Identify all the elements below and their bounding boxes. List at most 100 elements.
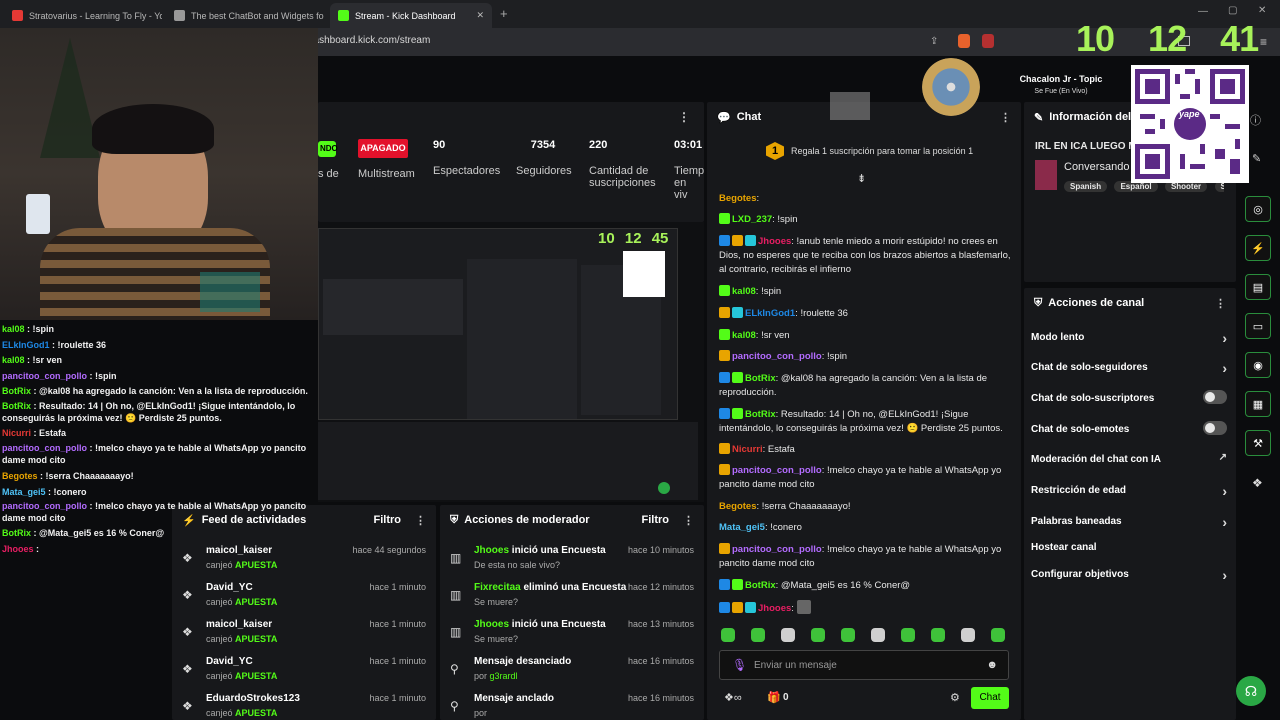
settings-gear-icon[interactable]: ⚙ bbox=[950, 691, 960, 704]
integrations-icon[interactable]: ❖ bbox=[1252, 476, 1263, 490]
redemption-icon: ❖ bbox=[182, 625, 193, 639]
chat-username[interactable]: Jhooes bbox=[758, 236, 791, 247]
more-icon[interactable]: ⋮ bbox=[1215, 297, 1226, 310]
chat-username[interactable]: BotRix bbox=[745, 580, 776, 591]
chat-icon[interactable]: ▭ bbox=[1245, 313, 1271, 339]
toggle-switch[interactable] bbox=[1203, 421, 1227, 435]
mod-user[interactable]: g3rardl bbox=[490, 671, 518, 681]
more-icon[interactable]: ⋮ bbox=[1000, 111, 1011, 124]
quick-emote-icon[interactable] bbox=[931, 628, 945, 642]
chat-username[interactable]: Begotes bbox=[719, 193, 756, 204]
overlay-chat-text: !conero bbox=[53, 487, 87, 497]
browser-tab-youtube[interactable]: Stratovarius - Learning To Fly - YouTu bbox=[4, 3, 162, 28]
chat-username[interactable]: kal08 bbox=[732, 330, 756, 341]
more-icon[interactable]: ⋮ bbox=[683, 514, 694, 527]
channel-action-item[interactable]: Configurar objetivos › bbox=[1031, 567, 1227, 583]
clipboard-icon[interactable]: ▤ bbox=[1245, 274, 1271, 300]
menu-icon[interactable]: ≡ bbox=[1260, 35, 1267, 49]
quick-emote-icon[interactable] bbox=[991, 628, 1005, 642]
chevron-right-icon: › bbox=[1222, 567, 1227, 583]
broadcast-icon[interactable]: ◉ bbox=[1245, 352, 1271, 378]
camera-icon[interactable]: ◎ bbox=[1245, 196, 1271, 222]
channel-action-item[interactable]: Chat de solo-suscriptores bbox=[1031, 390, 1227, 404]
close-window-icon[interactable]: ✕ bbox=[1258, 5, 1266, 16]
quick-emote-icon[interactable] bbox=[901, 628, 915, 642]
browser-tab-botrix[interactable]: The best ChatBot and Widgets for Kick bbox=[166, 3, 324, 28]
support-chat-icon[interactable]: ☊ bbox=[1236, 676, 1266, 706]
gift-icon[interactable]: 🎁 bbox=[767, 691, 781, 704]
channel-action-item[interactable]: Moderación del chat con IA ↗ bbox=[1031, 452, 1227, 465]
chat-username[interactable]: LXD_237 bbox=[732, 214, 772, 225]
microphone-icon[interactable]: 🎙 bbox=[732, 658, 747, 672]
layout-icon[interactable]: ▦ bbox=[1245, 391, 1271, 417]
mod-user[interactable]: Fixrecitaa bbox=[474, 582, 521, 593]
emoji-icon[interactable]: ☻ bbox=[986, 659, 998, 671]
activity-time: hace 44 segundos bbox=[352, 545, 426, 555]
chat-username[interactable]: Begotes bbox=[719, 501, 756, 512]
chat-username[interactable]: BotRix bbox=[745, 409, 776, 420]
quick-emote-icon[interactable] bbox=[721, 628, 735, 642]
quick-emote-icon[interactable] bbox=[841, 628, 855, 642]
channel-action-item[interactable]: Hostear canal bbox=[1031, 542, 1227, 553]
chat-username[interactable]: pancitoo_con_pollo bbox=[732, 465, 822, 476]
activity-reward: APUESTA bbox=[235, 671, 278, 681]
channel-action-item[interactable]: Chat de solo-seguidores › bbox=[1031, 360, 1227, 376]
collapse-icon[interactable]: ⇟ bbox=[857, 172, 866, 185]
channel-action-item[interactable]: Restricción de edad › bbox=[1031, 483, 1227, 499]
quick-emote-icon[interactable] bbox=[871, 628, 885, 642]
chat-username[interactable]: BotRix bbox=[745, 373, 776, 384]
chat-input[interactable]: 🎙 Enviar un mensaje ☻ bbox=[719, 650, 1009, 680]
chat-username[interactable]: Jhooes bbox=[758, 603, 791, 614]
overlay-chat-username: Nicurri bbox=[2, 428, 32, 438]
info-icon[interactable]: ⓘ bbox=[1250, 112, 1261, 128]
mod-user[interactable]: Jhooes bbox=[474, 619, 509, 630]
minimize-icon[interactable]: — bbox=[1198, 6, 1208, 17]
category-name[interactable]: Conversando bbox=[1064, 161, 1129, 173]
pinned-gift-text[interactable]: Regala 1 suscripción para tomar la posic… bbox=[791, 146, 973, 156]
preview-lower-panels bbox=[318, 422, 698, 500]
lightning-icon[interactable]: ⚡ bbox=[1245, 235, 1271, 261]
channel-action-item[interactable]: Chat de solo-emotes bbox=[1031, 421, 1227, 435]
brave-shield-icon[interactable] bbox=[958, 34, 970, 48]
quick-emote-icon[interactable] bbox=[781, 628, 795, 642]
activity-user[interactable]: EduardoStrokes123 bbox=[206, 693, 300, 704]
clock-seconds: 41 bbox=[1220, 18, 1259, 59]
chat-username[interactable]: kal08 bbox=[732, 286, 756, 297]
more-icon[interactable]: ⋮ bbox=[415, 514, 426, 527]
wrench-icon[interactable]: ⚒ bbox=[1245, 430, 1271, 456]
send-chat-button[interactable]: Chat bbox=[971, 687, 1009, 709]
quick-emote-icon[interactable] bbox=[961, 628, 975, 642]
chat-username[interactable]: pancitoo_con_pollo bbox=[732, 544, 822, 555]
share-icon[interactable]: ⇪ bbox=[930, 36, 938, 47]
channel-action-item[interactable]: Modo lento › bbox=[1031, 330, 1227, 346]
channel-action-item[interactable]: Palabras baneadas › bbox=[1031, 514, 1227, 530]
chat-username[interactable]: pancitoo_con_pollo bbox=[732, 351, 822, 362]
subs-stat: 220 Cantidad de suscripciones bbox=[589, 139, 659, 189]
stream-preview[interactable]: 10 12 45 bbox=[318, 222, 704, 502]
url-text[interactable]: dashboard.kick.com/stream bbox=[308, 35, 430, 46]
chat-username[interactable]: ELkInGod1 bbox=[745, 308, 795, 319]
overlay-chat-username: Jhooes bbox=[2, 544, 34, 554]
mod-filter-button[interactable]: Filtro bbox=[642, 514, 670, 526]
more-icon[interactable]: ⋮ bbox=[678, 110, 690, 124]
toggle-switch[interactable] bbox=[1203, 390, 1227, 404]
activity-filter-button[interactable]: Filtro bbox=[374, 514, 402, 526]
activity-user[interactable]: David_YC bbox=[206, 656, 253, 667]
user-badge-icon bbox=[732, 579, 743, 590]
channel-action-label: Restricción de edad bbox=[1031, 485, 1127, 496]
rewards-icon[interactable] bbox=[982, 34, 994, 48]
points-icon[interactable]: ❖∞ bbox=[724, 691, 742, 704]
close-tab-icon[interactable]: ✕ bbox=[468, 10, 484, 21]
browser-tab-kick[interactable]: Stream - Kick Dashboard ✕ bbox=[330, 3, 492, 28]
tag[interactable]: Spanish bbox=[1064, 181, 1108, 192]
chat-username[interactable]: Mata_gei5 bbox=[719, 522, 765, 533]
maximize-icon[interactable]: ▢ bbox=[1228, 5, 1237, 16]
chat-username[interactable]: Nicurri bbox=[732, 444, 763, 455]
activity-user[interactable]: maicol_kaiser bbox=[206, 619, 272, 630]
mod-user[interactable]: Jhooes bbox=[474, 545, 509, 556]
edit-icon[interactable]: ✎ bbox=[1252, 152, 1261, 165]
activity-user[interactable]: David_YC bbox=[206, 582, 253, 593]
quick-emote-icon[interactable] bbox=[811, 628, 825, 642]
quick-emote-icon[interactable] bbox=[751, 628, 765, 642]
new-tab-icon[interactable]: + bbox=[500, 6, 508, 21]
